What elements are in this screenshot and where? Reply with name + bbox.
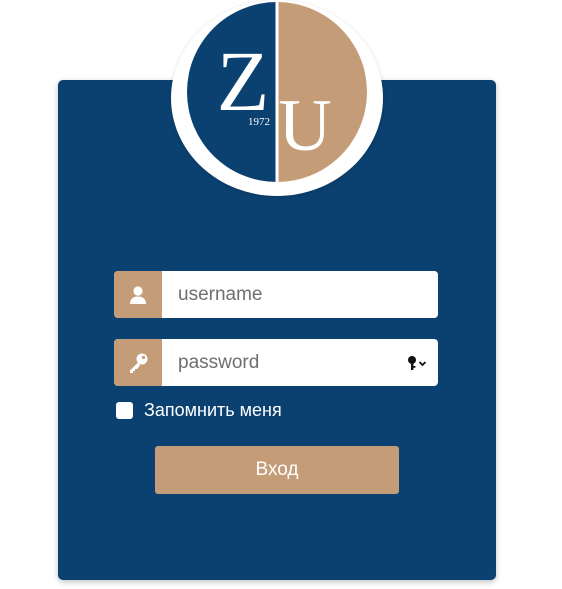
logo-emblem: Z U 1972: [187, 2, 367, 182]
user-icon: [130, 285, 146, 304]
university-logo: Z U 1972: [171, 0, 383, 196]
password-key-dropdown-icon[interactable]: [398, 339, 438, 386]
key-icon: [130, 353, 148, 373]
username-field: [114, 271, 438, 318]
remember-me-label: Запомнить меня: [144, 400, 282, 420]
logo-letter-u: U: [278, 85, 331, 167]
remember-me[interactable]: Запомнить меня: [116, 400, 282, 421]
password-addon: [114, 339, 162, 386]
logo-letter-z: Z: [217, 33, 270, 129]
remember-me-checkbox[interactable]: [116, 402, 133, 419]
password-field: [114, 339, 438, 386]
login-page: Z U 1972 username Запомнить меня Вход: [0, 0, 562, 589]
username-addon: [114, 271, 162, 318]
password-input[interactable]: [162, 339, 398, 386]
username-input[interactable]: [162, 271, 438, 318]
login-button[interactable]: Вход: [155, 446, 399, 494]
logo-year: 1972: [248, 116, 270, 128]
